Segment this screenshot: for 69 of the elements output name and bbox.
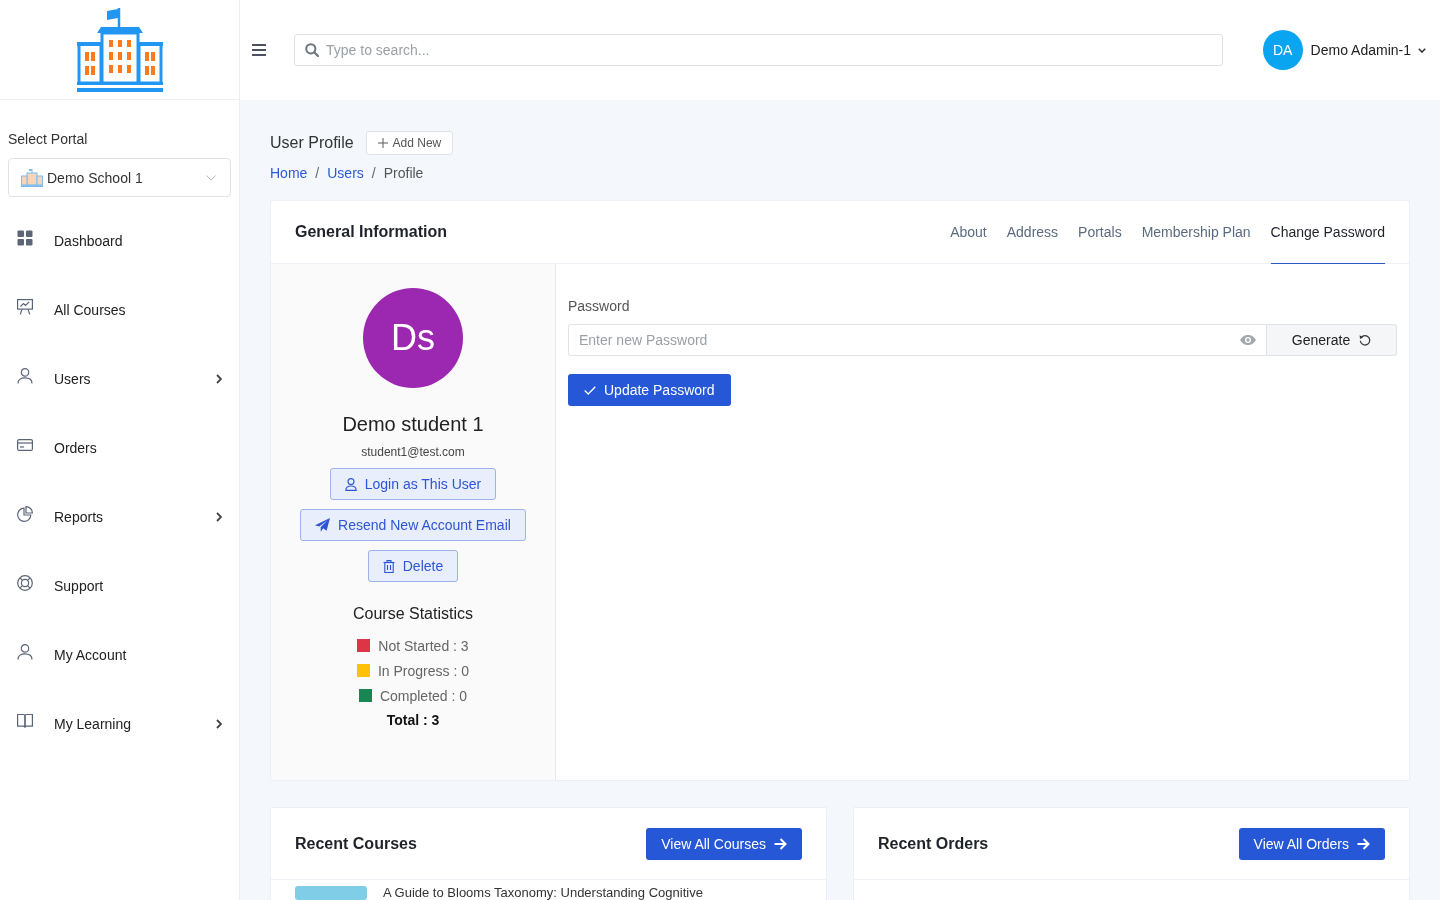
user-icon	[344, 477, 357, 491]
pie-chart-icon	[17, 505, 33, 522]
breadcrumb-current: Profile	[383, 165, 424, 181]
course-title[interactable]: A Guide to Blooms Taxonomy: Understanding Cognitive	[383, 885, 703, 900]
presentation-board-icon	[17, 298, 33, 315]
sidebar-item[interactable]: All Courses	[0, 275, 239, 344]
life-ring-icon	[17, 574, 33, 591]
chevron-down-icon	[1418, 47, 1426, 53]
password-field[interactable]: Enter new Password	[568, 324, 1267, 356]
search-field[interactable]: Type to search...	[294, 34, 1223, 66]
resend-email-button[interactable]: Resend New Account Email	[300, 509, 526, 541]
menu-icon[interactable]	[252, 44, 266, 56]
statistic-label: Not Started : 3	[378, 637, 469, 654]
view-all-button[interactable]: View All Courses	[646, 827, 802, 860]
user-menu-button[interactable]: Demo Adamin-1	[1310, 42, 1426, 58]
view-all-button[interactable]: View All Orders	[1238, 827, 1385, 860]
user-icon	[17, 367, 33, 384]
breadcrumb-link[interactable]: Home	[270, 165, 308, 181]
delete-button[interactable]: Delete	[367, 550, 459, 582]
sidebar-item[interactable]: My Learning	[0, 689, 239, 758]
generate-button[interactable]: Generate	[1267, 324, 1397, 356]
statistic-label: Completed : 0	[379, 687, 468, 704]
add-new-button[interactable]: Add New	[365, 131, 454, 155]
arrow-right-icon	[774, 837, 787, 850]
profile-avatar: Ds	[363, 288, 463, 388]
plus-icon	[377, 138, 388, 148]
check-icon	[584, 385, 596, 395]
portal-label: Select Portal	[8, 130, 89, 149]
statistics-total: Total : 3	[386, 711, 440, 730]
paper-plane-icon	[315, 518, 331, 532]
book-icon	[17, 712, 33, 729]
sidebar-item[interactable]: Support	[0, 551, 239, 620]
statistics-title: Course Statistics	[352, 604, 473, 624]
refresh-icon	[1359, 334, 1372, 346]
card-title: Recent Courses	[295, 834, 417, 853]
user-email: student1@test.com	[361, 444, 465, 460]
tab[interactable]: Membership Plan	[1141, 201, 1251, 264]
breadcrumb-separator: /	[371, 165, 376, 181]
card-title: General Information	[295, 223, 448, 241]
breadcrumb-separator: /	[315, 165, 320, 181]
school-icon	[21, 168, 43, 187]
tab[interactable]: Change Password	[1270, 201, 1385, 264]
credit-card-icon	[17, 436, 33, 453]
card-title: Recent Orders	[878, 834, 989, 853]
sidebar-item[interactable]: Orders	[0, 413, 239, 482]
tab[interactable]: About	[950, 201, 987, 264]
search-icon	[305, 43, 319, 57]
user-avatar: DA	[1262, 30, 1303, 70]
sidebar-item[interactable]: My Account	[0, 620, 239, 689]
arrow-right-icon	[1357, 837, 1370, 850]
breadcrumb-link[interactable]: Users	[327, 165, 364, 181]
trash-icon	[382, 559, 395, 573]
sidebar-item[interactable]: Users	[0, 344, 239, 413]
sidebar-item[interactable]: Reports	[0, 482, 239, 551]
school-logo-icon	[76, 7, 163, 92]
grid-icon	[17, 229, 33, 246]
chevron-down-icon	[206, 174, 216, 181]
tab[interactable]: Address	[1006, 201, 1059, 264]
course-thumbnail-placeholder	[295, 886, 367, 900]
login-as-user-button[interactable]: Login as This User	[329, 468, 497, 500]
user-name: Demo student 1	[342, 412, 484, 436]
user-icon	[17, 643, 33, 660]
portal-select[interactable]: Demo School 1	[8, 158, 231, 197]
update-password-button[interactable]: Update Password	[568, 374, 731, 406]
page-title: User Profile	[270, 134, 354, 152]
tab[interactable]: Portals	[1078, 201, 1122, 264]
statistic-label: In Progress : 0	[377, 662, 469, 679]
password-label: Password	[568, 297, 631, 315]
sidebar-item[interactable]: Dashboard	[0, 206, 239, 275]
